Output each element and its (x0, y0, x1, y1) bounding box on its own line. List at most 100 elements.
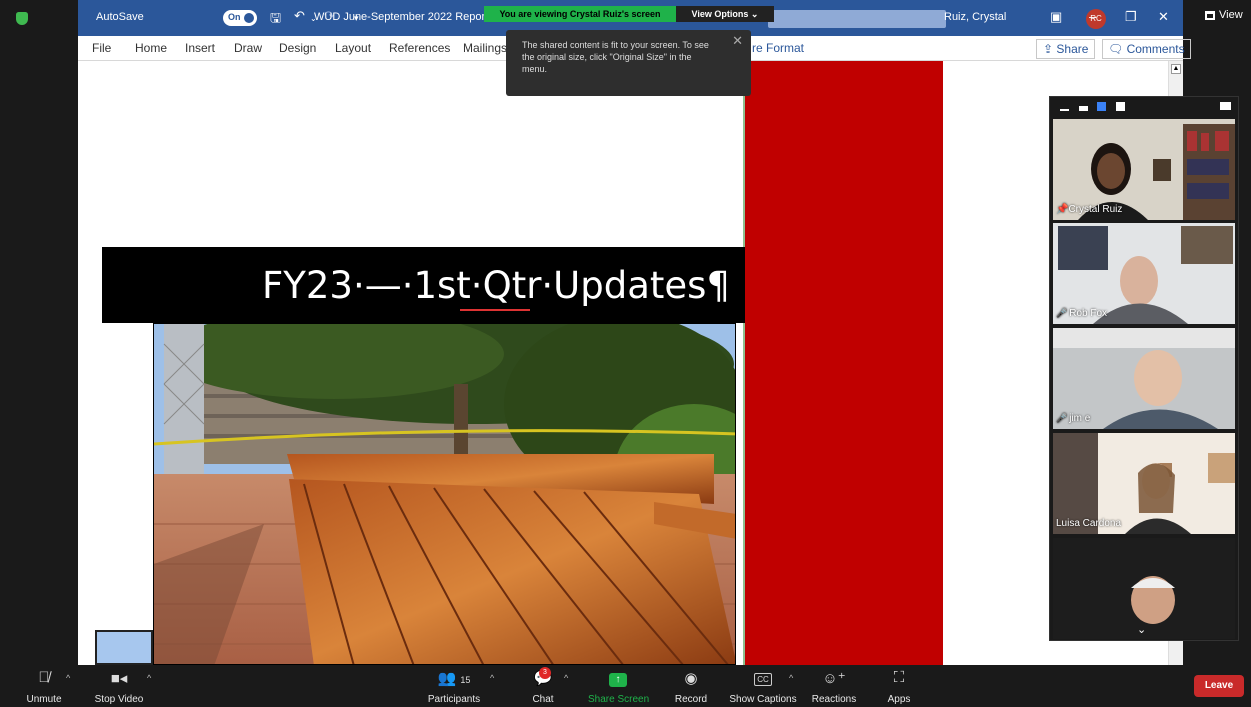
participants-icon: 👥 15 (437, 670, 471, 687)
chat-label: Chat (532, 694, 554, 705)
comment-icon: 🗨 (1108, 42, 1127, 56)
participants-count: 15 (460, 675, 471, 685)
chat-badge: 3 (539, 667, 551, 679)
save-icon[interactable]: 🖫 (270, 9, 281, 31)
leave-button[interactable]: Leave (1194, 675, 1244, 697)
meeting-toolbar: 🎙̸ Unmute ^ ■◂ Stop Video ^ 👥 15 Partici… (0, 665, 1251, 707)
view-options-label: View Options (691, 9, 749, 19)
doc-title: WUD June-September 2022 Report.do (314, 11, 504, 23)
menu-insert[interactable]: Insert (185, 41, 215, 55)
menu-layout[interactable]: Layout (335, 41, 371, 55)
document-photo[interactable] (153, 323, 736, 665)
stop-video-button[interactable]: ■◂ Stop Video (93, 665, 145, 705)
video-tile[interactable]: 🎤 jim e (1053, 328, 1235, 429)
reactions-label: Reactions (811, 694, 857, 705)
viewing-screen-banner: You are viewing Crystal Ruiz's screen (484, 6, 676, 22)
close-icon[interactable]: ✕ (1158, 9, 1169, 25)
share-label: Share (1056, 42, 1089, 56)
autosave-toggle[interactable]: On (223, 10, 257, 26)
menu-mailings[interactable]: Mailings (463, 41, 507, 55)
video-tile[interactable]: 📌Crystal Ruiz (1053, 119, 1235, 220)
stop-video-label: Stop Video (94, 694, 144, 705)
zoom-left-strip (0, 0, 78, 665)
apps-button[interactable]: ⛶ Apps (884, 665, 914, 705)
participants-caret-icon[interactable]: ^ (490, 673, 494, 683)
autosave-label: AutoSave (96, 11, 144, 23)
comments-button[interactable]: 🗨 Comments (1102, 39, 1191, 59)
close-tooltip-icon[interactable]: ✕ (732, 34, 743, 47)
video-gallery-panel: 📌Crystal Ruiz 🎤 Rob Fox 🎤 jim e Luisa Ca… (1049, 96, 1239, 641)
ribbon-display-icon[interactable]: ▣ (1050, 9, 1062, 25)
undo-icon[interactable]: ↶ (294, 8, 305, 24)
view-button[interactable]: View (1205, 9, 1243, 21)
menu-home[interactable]: Home (135, 41, 167, 55)
share-icon: ⇪ (1043, 42, 1057, 56)
participant-name: 🎤 Rob Fox (1056, 308, 1108, 319)
share-screen-button[interactable]: ↑ Share Screen (588, 665, 650, 705)
user-name: Ruiz, Crystal (944, 11, 1007, 23)
single-video-icon[interactable] (1079, 106, 1088, 111)
record-button[interactable]: ◉ Record (672, 665, 710, 705)
spellcheck-underline (460, 309, 530, 311)
chat-icon: 💬3 (526, 667, 560, 691)
chat-button[interactable]: 💬3 Chat (526, 665, 560, 705)
captions-caret-icon[interactable]: ^ (789, 673, 793, 683)
search-input[interactable] (768, 10, 946, 28)
chevron-down-icon: ⌄ (750, 9, 759, 19)
tooltip-text: The shared content is fit to your screen… (522, 40, 709, 74)
scroll-up-icon[interactable]: ▲ (1171, 64, 1181, 74)
fit-screen-tooltip: The shared content is fit to your screen… (506, 30, 751, 96)
strip-view-icon[interactable] (1097, 102, 1106, 111)
show-captions-button[interactable]: CC Show Captions (729, 665, 797, 705)
pin-icon: 📌 (1056, 204, 1069, 215)
unmute-button[interactable]: 🎙̸ Unmute (22, 665, 66, 705)
unmute-label: Unmute (26, 694, 62, 705)
muted-mic-icon: 🎙̸ (38, 669, 50, 686)
participant-name: Luisa Cardona (1056, 518, 1122, 529)
apps-icon: ⛶ (893, 669, 905, 686)
minimize-gallery-icon[interactable] (1060, 109, 1069, 111)
apps-label: Apps (887, 694, 911, 705)
muted-mic-icon: 🎤 (1056, 413, 1068, 423)
video-camera-icon: ■◂ (110, 670, 128, 687)
record-label: Record (674, 694, 708, 705)
comments-label: Comments (1126, 42, 1185, 56)
share-screen-label: Share Screen (588, 694, 650, 705)
scroll-gallery-down-icon[interactable]: ⌄ (1137, 623, 1146, 636)
blue-shape (95, 630, 153, 665)
video-options-caret-icon[interactable]: ^ (147, 673, 151, 683)
chat-caret-icon[interactable]: ^ (564, 673, 568, 683)
reactions-icon: ☺⁺ (822, 670, 846, 687)
menu-references[interactable]: References (389, 41, 450, 55)
grid-view-icon[interactable] (1116, 102, 1125, 111)
menu-design[interactable]: Design (279, 41, 316, 55)
exit-panel-icon[interactable] (1220, 102, 1231, 110)
muted-mic-icon: 🎤 (1056, 308, 1068, 318)
document-heading: FY23·—·1st·Qtr·Updates¶ (262, 264, 730, 307)
security-shield-icon[interactable] (16, 12, 28, 25)
audio-options-caret-icon[interactable]: ^ (66, 673, 70, 683)
menu-draw[interactable]: Draw (234, 41, 262, 55)
share-button[interactable]: ⇪ Share (1036, 39, 1096, 59)
bench-plaza-image (154, 324, 735, 664)
document-heading-band: FY23·—·1st·Qtr·Updates¶ (102, 247, 745, 323)
reactions-button[interactable]: ☺⁺ Reactions (811, 665, 857, 705)
view-grid-icon (1205, 10, 1215, 20)
gallery-view-bar (1050, 97, 1240, 119)
red-graphic-block (745, 61, 943, 665)
view-options-button[interactable]: View Options ⌄ (676, 6, 774, 22)
menu-file[interactable]: File (92, 41, 111, 55)
share-screen-icon: ↑ (588, 669, 648, 691)
participant-name: 🎤 jim e (1056, 413, 1091, 424)
record-icon: ◉ (684, 670, 698, 687)
video-tile[interactable]: 🎤 Rob Fox (1053, 223, 1235, 324)
menu-picture-format[interactable]: re Format (752, 41, 804, 55)
green-guide-line (743, 61, 745, 665)
participant-name: 📌Crystal Ruiz (1056, 204, 1123, 215)
captions-label: Show Captions (729, 694, 797, 705)
restore-icon[interactable]: ❐ (1125, 9, 1137, 25)
participants-button[interactable]: 👥 15 Participants (424, 665, 484, 705)
autosave-state: On (228, 12, 241, 22)
minimize-icon[interactable]: – (1089, 9, 1096, 24)
video-tile[interactable]: Luisa Cardona (1053, 433, 1235, 534)
